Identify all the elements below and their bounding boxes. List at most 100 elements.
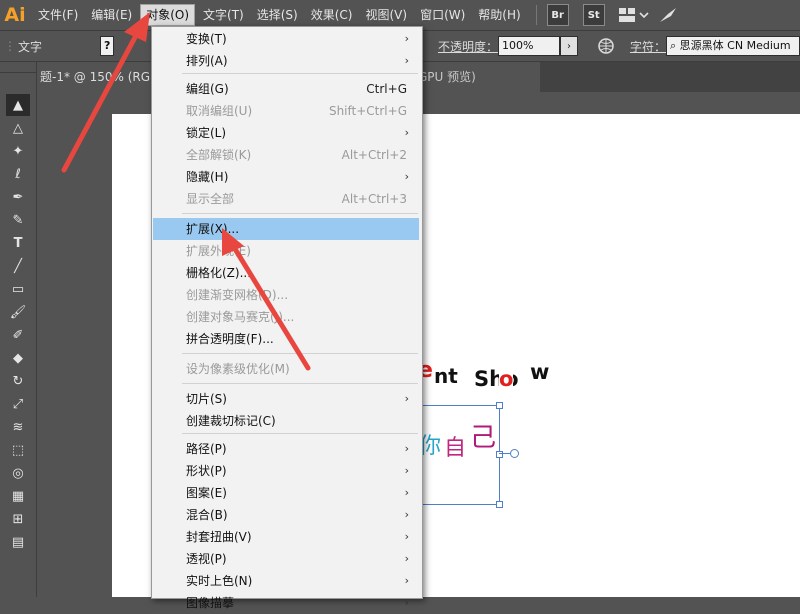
tools-panel-grip[interactable]	[0, 62, 36, 73]
chevron-right-icon: ›	[404, 596, 409, 609]
mesh-tool-icon[interactable]: ⊞	[6, 508, 30, 530]
object-menu-item-label: 创建对象马赛克(J)...	[186, 310, 295, 324]
object-menu-item-label: 切片(S)	[186, 392, 227, 406]
magic-wand-tool-icon[interactable]: ✦	[6, 140, 30, 162]
menu-window[interactable]: 窗口(W)	[415, 4, 470, 26]
menu-select[interactable]: 选择(S)	[252, 4, 303, 26]
menu-separator	[182, 383, 418, 384]
chevron-right-icon: ›	[404, 392, 409, 405]
object-menu-item-label: 扩展(X)...	[186, 222, 240, 236]
type-tool-icon[interactable]: T	[6, 232, 30, 254]
object-menu-item[interactable]: 图案(E) ›	[153, 482, 419, 504]
chevron-right-icon: ›	[404, 170, 409, 183]
object-menu-item[interactable]: 锁定(L) ›	[153, 122, 419, 144]
object-menu-item[interactable]: 创建裁切标记(C)	[153, 410, 419, 432]
selection-tool-icon[interactable]: ▲	[6, 94, 30, 116]
warp-tool-icon[interactable]: ≋	[6, 416, 30, 438]
menu-edit[interactable]: 编辑(E)	[86, 4, 137, 26]
object-menu-item[interactable]: 扩展(X)...	[153, 218, 419, 240]
menu-separator	[182, 73, 418, 74]
opacity-label: 不透明度：	[437, 39, 498, 54]
object-menu-item-label: 图像描摹	[186, 596, 235, 610]
menu-separator	[182, 213, 418, 214]
chevron-right-icon: ›	[404, 508, 409, 521]
object-menu-item[interactable]: 排列(A) ›	[153, 50, 419, 72]
object-menu-item: 取消编组(U) Shift+Ctrl+G	[153, 100, 419, 122]
direct-selection-tool-icon[interactable]: △	[6, 117, 30, 139]
perspective-grid-tool-icon[interactable]: ▦	[6, 485, 30, 507]
pen-tool-icon[interactable]: ✒	[6, 186, 30, 208]
free-transform-tool-icon[interactable]: ⬚	[6, 439, 30, 461]
line-tool-icon[interactable]: ╱	[6, 255, 30, 277]
grip-icon: ⋮	[4, 39, 16, 53]
chevron-right-icon: ›	[404, 464, 409, 477]
chevron-right-icon: ›	[404, 54, 409, 67]
object-menu-item-shortcut: Alt+Ctrl+2	[341, 148, 407, 162]
help-button[interactable]: ?	[100, 36, 115, 56]
object-menu-item-label: 实时上色(N)	[186, 574, 253, 588]
object-menu-item[interactable]: 路径(P) ›	[153, 438, 419, 460]
object-menu-item-label: 栅格化(Z)...	[186, 266, 252, 280]
object-menu-item[interactable]: 混合(B) ›	[153, 504, 419, 526]
menu-view[interactable]: 视图(V)	[360, 4, 412, 26]
menu-object[interactable]: 对象(O)	[140, 4, 196, 26]
object-menu-item: 设为像素级优化(M)	[153, 358, 419, 380]
object-menu-item[interactable]: 图像描摹 ›	[153, 592, 419, 614]
handle-bottom-right[interactable]	[496, 501, 503, 508]
search-icon: ⌕	[670, 39, 677, 52]
mode-label: 文字	[18, 39, 43, 54]
gradient-tool-icon[interactable]: ▤	[6, 531, 30, 553]
rectangle-tool-icon[interactable]: ▭	[6, 278, 30, 300]
eraser-tool-icon[interactable]: ◆	[6, 347, 30, 369]
art-text-o-red: o	[499, 367, 514, 391]
document-tab-title: 题-1* @ 150% (RGB	[40, 70, 159, 84]
selection-bounding-box[interactable]	[420, 402, 503, 508]
object-menu-item[interactable]: 拼合透明度(F)...	[153, 328, 419, 350]
object-menu-item-label: 创建裁切标记(C)	[186, 414, 276, 428]
workspace-grid-icon[interactable]	[618, 5, 651, 25]
curvature-tool-icon[interactable]: ✎	[6, 209, 30, 231]
object-menu-item[interactable]: 栅格化(Z)...	[153, 262, 419, 284]
menu-separator	[182, 353, 418, 354]
globe-icon[interactable]	[598, 37, 616, 55]
object-menu-item[interactable]: 编组(G) Ctrl+G	[153, 78, 419, 100]
object-menu-item[interactable]: 实时上色(N) ›	[153, 570, 419, 592]
menu-separator	[535, 5, 537, 25]
object-menu-item-label: 路径(P)	[186, 442, 227, 456]
paintbrush-tool-icon[interactable]: 🖌	[6, 301, 30, 323]
object-menu-item[interactable]: 封套扭曲(V) ›	[153, 526, 419, 548]
object-menu-item[interactable]: 变换(T) ›	[153, 28, 419, 50]
object-menu-item-label: 取消编组(U)	[186, 104, 253, 118]
object-menu-item-label: 封套扭曲(V)	[186, 530, 252, 544]
shaper-tool-icon[interactable]: ✐	[6, 324, 30, 346]
lasso-tool-icon[interactable]: ℓ	[6, 163, 30, 185]
opacity-input[interactable]: 100%	[497, 36, 560, 56]
art-text-nt: nt	[434, 364, 458, 388]
object-menu-item[interactable]: 形状(P) ›	[153, 460, 419, 482]
rotate-handle-circle[interactable]	[510, 449, 519, 458]
object-menu-item-label: 锁定(L)	[186, 126, 227, 140]
object-menu-item[interactable]: 隐藏(H) ›	[153, 166, 419, 188]
document-tab-title-rest: GPU 预览)	[418, 70, 476, 84]
menu-help[interactable]: 帮助(H)	[473, 4, 525, 26]
menu-effect[interactable]: 效果(C)	[306, 4, 358, 26]
opacity-dropdown-arrow[interactable]: ›	[559, 36, 578, 56]
font-family-input[interactable]: ⌕ 思源黑体 CN Medium	[666, 36, 800, 56]
menu-file[interactable]: 文件(F)	[33, 4, 83, 26]
object-menu-item-label: 拼合透明度(F)...	[186, 332, 274, 346]
shape-builder-tool-icon[interactable]: ◎	[6, 462, 30, 484]
stock-button[interactable]: St	[582, 4, 605, 26]
object-menu-item[interactable]: 透视(P) ›	[153, 548, 419, 570]
object-menu-item-shortcut: Shift+Ctrl+G	[328, 104, 407, 118]
sync-icon[interactable]	[659, 5, 683, 25]
handle-top-right[interactable]	[496, 402, 503, 409]
bridge-button[interactable]: Br	[546, 4, 569, 26]
character-label: 字符：	[629, 39, 666, 54]
scale-tool-icon[interactable]: ⤢	[6, 393, 30, 415]
rotate-tool-icon[interactable]: ↻	[6, 370, 30, 392]
menu-type[interactable]: 文字(T)	[198, 4, 249, 26]
object-menu-item[interactable]: 切片(S) ›	[153, 388, 419, 410]
art-text-w: w	[530, 360, 550, 384]
object-menu-item-label: 隐藏(H)	[186, 170, 229, 184]
object-menu-item-shortcut: Alt+Ctrl+3	[341, 192, 407, 206]
